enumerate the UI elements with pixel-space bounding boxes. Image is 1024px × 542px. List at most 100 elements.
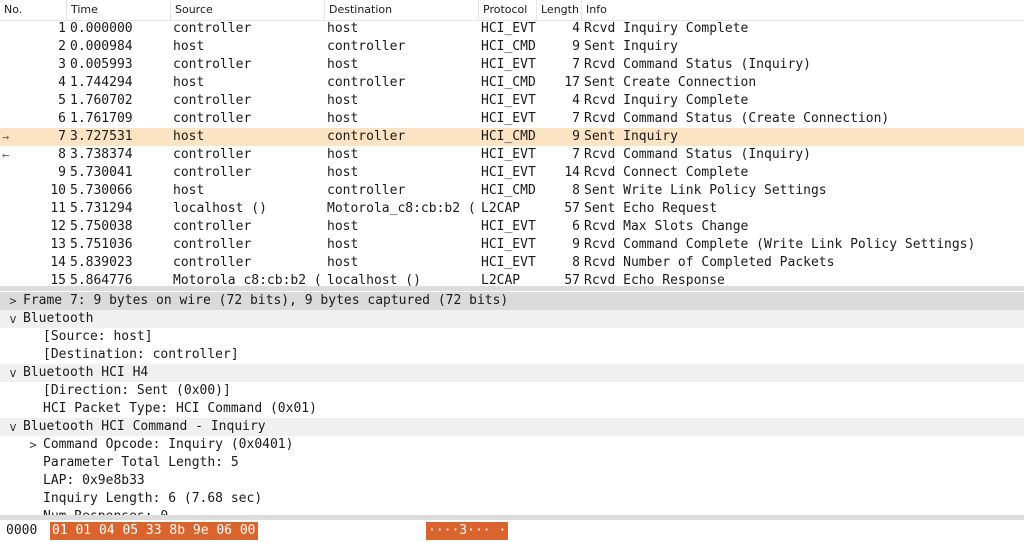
- column-header-destination[interactable]: Destination: [325, 0, 479, 20]
- packet-number: 12: [50, 219, 66, 234]
- packet-row[interactable]: 13 5.751036 controller host HCI_EVT 9 Rcvd Com…: [0, 236, 1024, 254]
- detail-text: [Destination: controller]: [43, 347, 239, 362]
- packet-list-pane[interactable]: No. Time Source Destination Protocol Len…: [0, 0, 1024, 286]
- detail-field-row[interactable]: Parameter Total Length: 5: [0, 454, 1024, 472]
- packet-row[interactable]: 1 0.000000 controller host HCI_EVT 4 Rcvd Inqu…: [0, 20, 1024, 38]
- packet-length: 7: [572, 111, 580, 126]
- column-header-length[interactable]: Length: [537, 0, 582, 20]
- packet-row[interactable]: 12 5.750038 controller host HCI_EVT 6 Rcvd Max…: [0, 218, 1024, 236]
- packet-destination: controller: [327, 75, 406, 90]
- packet-source: controller: [173, 93, 252, 108]
- packet-source: localhost (): [173, 201, 267, 216]
- packet-row[interactable]: 10 5.730066 host controller HCI_CMD 8 Sent Wri…: [0, 182, 1024, 200]
- packet-row[interactable]: 2 0.000984 host controller HCI_CMD 9 Sent Inqu…: [0, 38, 1024, 56]
- packet-protocol: HCI_CMD: [481, 129, 536, 144]
- packet-source: controller: [173, 21, 252, 36]
- detail-section-row[interactable]: v Bluetooth HCI H4: [0, 364, 1024, 382]
- column-header-no[interactable]: No.: [0, 0, 67, 20]
- packet-related-arrow-icon: [2, 182, 22, 200]
- packet-row[interactable]: 5 1.760702 controller host HCI_EVT 4 Rcvd Inqu…: [0, 92, 1024, 110]
- packet-protocol: L2CAP: [481, 273, 521, 286]
- detail-field-row[interactable]: Num Responses: 0: [0, 508, 1024, 515]
- byte-ascii-selection[interactable]: ····3··· ·: [426, 522, 509, 540]
- packet-info: Rcvd Inquiry Complete: [584, 93, 749, 108]
- packet-row[interactable]: 15 5.864776 Motorola_c8:cb:b2 () localhost …: [0, 272, 1024, 286]
- packet-time: 5.731294: [70, 201, 133, 216]
- detail-field-row[interactable]: LAP: 0x9e8b33: [0, 472, 1024, 490]
- byte-offset: 0000: [6, 523, 38, 538]
- expand-chevron-icon[interactable]: >: [26, 436, 40, 454]
- packet-related-arrow-icon: [2, 164, 22, 182]
- packet-number: 13: [50, 237, 66, 252]
- detail-field-row[interactable]: [Direction: Sent (0x00)]: [0, 382, 1024, 400]
- expand-chevron-icon[interactable]: >: [6, 292, 20, 310]
- detail-section-row[interactable]: v Bluetooth: [0, 310, 1024, 328]
- packet-row[interactable]: 6 1.761709 controller host HCI_EVT 7 Rcvd Comm…: [0, 110, 1024, 128]
- detail-text: Bluetooth HCI Command - Inquiry: [23, 419, 266, 434]
- packet-row[interactable]: 3 0.005993 controller host HCI_EVT 7 Rcvd Comm…: [0, 56, 1024, 74]
- byte-hex-selection[interactable]: 01 01 04 05 33 8b 9e 06 00: [50, 522, 258, 540]
- packet-destination: controller: [327, 183, 406, 198]
- collapse-chevron-icon[interactable]: v: [6, 310, 20, 328]
- packet-number: 4: [58, 75, 66, 90]
- detail-field-row[interactable]: [Destination: controller]: [0, 346, 1024, 364]
- packet-related-arrow-icon: [2, 74, 22, 92]
- packet-row[interactable]: ← 8 3.738374 controller host HCI_EVT 7 Rcvd Com…: [0, 146, 1024, 164]
- detail-field-row[interactable]: [Source: host]: [0, 328, 1024, 346]
- packet-row[interactable]: 9 5.730041 controller host HCI_EVT 14 Rcvd Con…: [0, 164, 1024, 182]
- packet-protocol: HCI_EVT: [481, 21, 536, 36]
- packet-length: 17: [564, 75, 580, 90]
- packet-info: Rcvd Command Status (Create Connection): [584, 111, 890, 126]
- packet-row[interactable]: 14 5.839023 controller host HCI_EVT 8 Rcvd Num…: [0, 254, 1024, 272]
- packet-related-arrow-icon: [2, 56, 22, 74]
- detail-field-row[interactable]: > Command Opcode: Inquiry (0x0401): [0, 436, 1024, 454]
- packet-number: 3: [58, 57, 66, 72]
- column-header-time[interactable]: Time: [67, 0, 171, 20]
- packet-row[interactable]: 4 1.744294 host controller HCI_CMD 17 Sent Cre…: [0, 74, 1024, 92]
- column-header-source[interactable]: Source: [171, 0, 325, 20]
- collapse-chevron-icon[interactable]: v: [6, 364, 20, 382]
- packet-source: host: [173, 75, 205, 90]
- packet-destination: host: [327, 147, 359, 162]
- packet-related-arrow-icon: [2, 236, 22, 254]
- packet-number: 8: [58, 147, 66, 162]
- packet-related-arrow-icon: [2, 218, 22, 236]
- packet-time: 0.005993: [70, 57, 133, 72]
- packet-row[interactable]: 11 5.731294 localhost () Motorola_c8:cb:b2 …: [0, 200, 1024, 218]
- collapse-chevron-icon[interactable]: v: [6, 418, 20, 436]
- packet-length: 57: [564, 273, 580, 286]
- packet-protocol: HCI_EVT: [481, 255, 536, 270]
- packet-bytes-pane[interactable]: 0000 01 01 04 05 33 8b 9e 06 00 ····3···…: [0, 520, 1024, 542]
- packet-length: 8: [572, 183, 580, 198]
- detail-section-row[interactable]: > Frame 7: 9 bytes on wire (72 bits), 9 b…: [0, 292, 1024, 310]
- packet-number: 7: [58, 129, 66, 144]
- packet-source: Motorola_c8:cb:b2 (): [173, 273, 323, 286]
- packet-row[interactable]: → 7 3.727531 host controller HCI_CMD 9 Sent Inq…: [0, 128, 1024, 146]
- detail-field-row[interactable]: HCI Packet Type: HCI Command (0x01): [0, 400, 1024, 418]
- packet-time: 0.000984: [70, 39, 133, 54]
- packet-number: 14: [50, 255, 66, 270]
- detail-field-row[interactable]: Inquiry Length: 6 (7.68 sec): [0, 490, 1024, 508]
- packet-info: Rcvd Number of Completed Packets: [584, 255, 835, 270]
- packet-details-pane[interactable]: > Frame 7: 9 bytes on wire (72 bits), 9 b…: [0, 291, 1024, 515]
- detail-text: Bluetooth: [23, 311, 94, 326]
- packet-list-header: No. Time Source Destination Protocol Len…: [0, 0, 1024, 21]
- packet-info: Sent Inquiry: [584, 129, 678, 144]
- packet-info: Sent Create Connection: [584, 75, 757, 90]
- packet-number: 11: [50, 201, 66, 216]
- packet-related-arrow-icon: [2, 20, 22, 38]
- packet-time: 1.744294: [70, 75, 133, 90]
- detail-section-row[interactable]: v Bluetooth HCI Command - Inquiry: [0, 418, 1024, 436]
- packet-time: 5.751036: [70, 237, 133, 252]
- packet-number: 6: [58, 111, 66, 126]
- packet-time: 3.738374: [70, 147, 133, 162]
- packet-length: 6: [572, 219, 580, 234]
- column-header-info[interactable]: Info: [582, 0, 1024, 20]
- column-header-protocol[interactable]: Protocol: [479, 0, 537, 20]
- packet-length: 7: [572, 147, 580, 162]
- packet-time: 3.727531: [70, 129, 133, 144]
- packet-destination: host: [327, 21, 359, 36]
